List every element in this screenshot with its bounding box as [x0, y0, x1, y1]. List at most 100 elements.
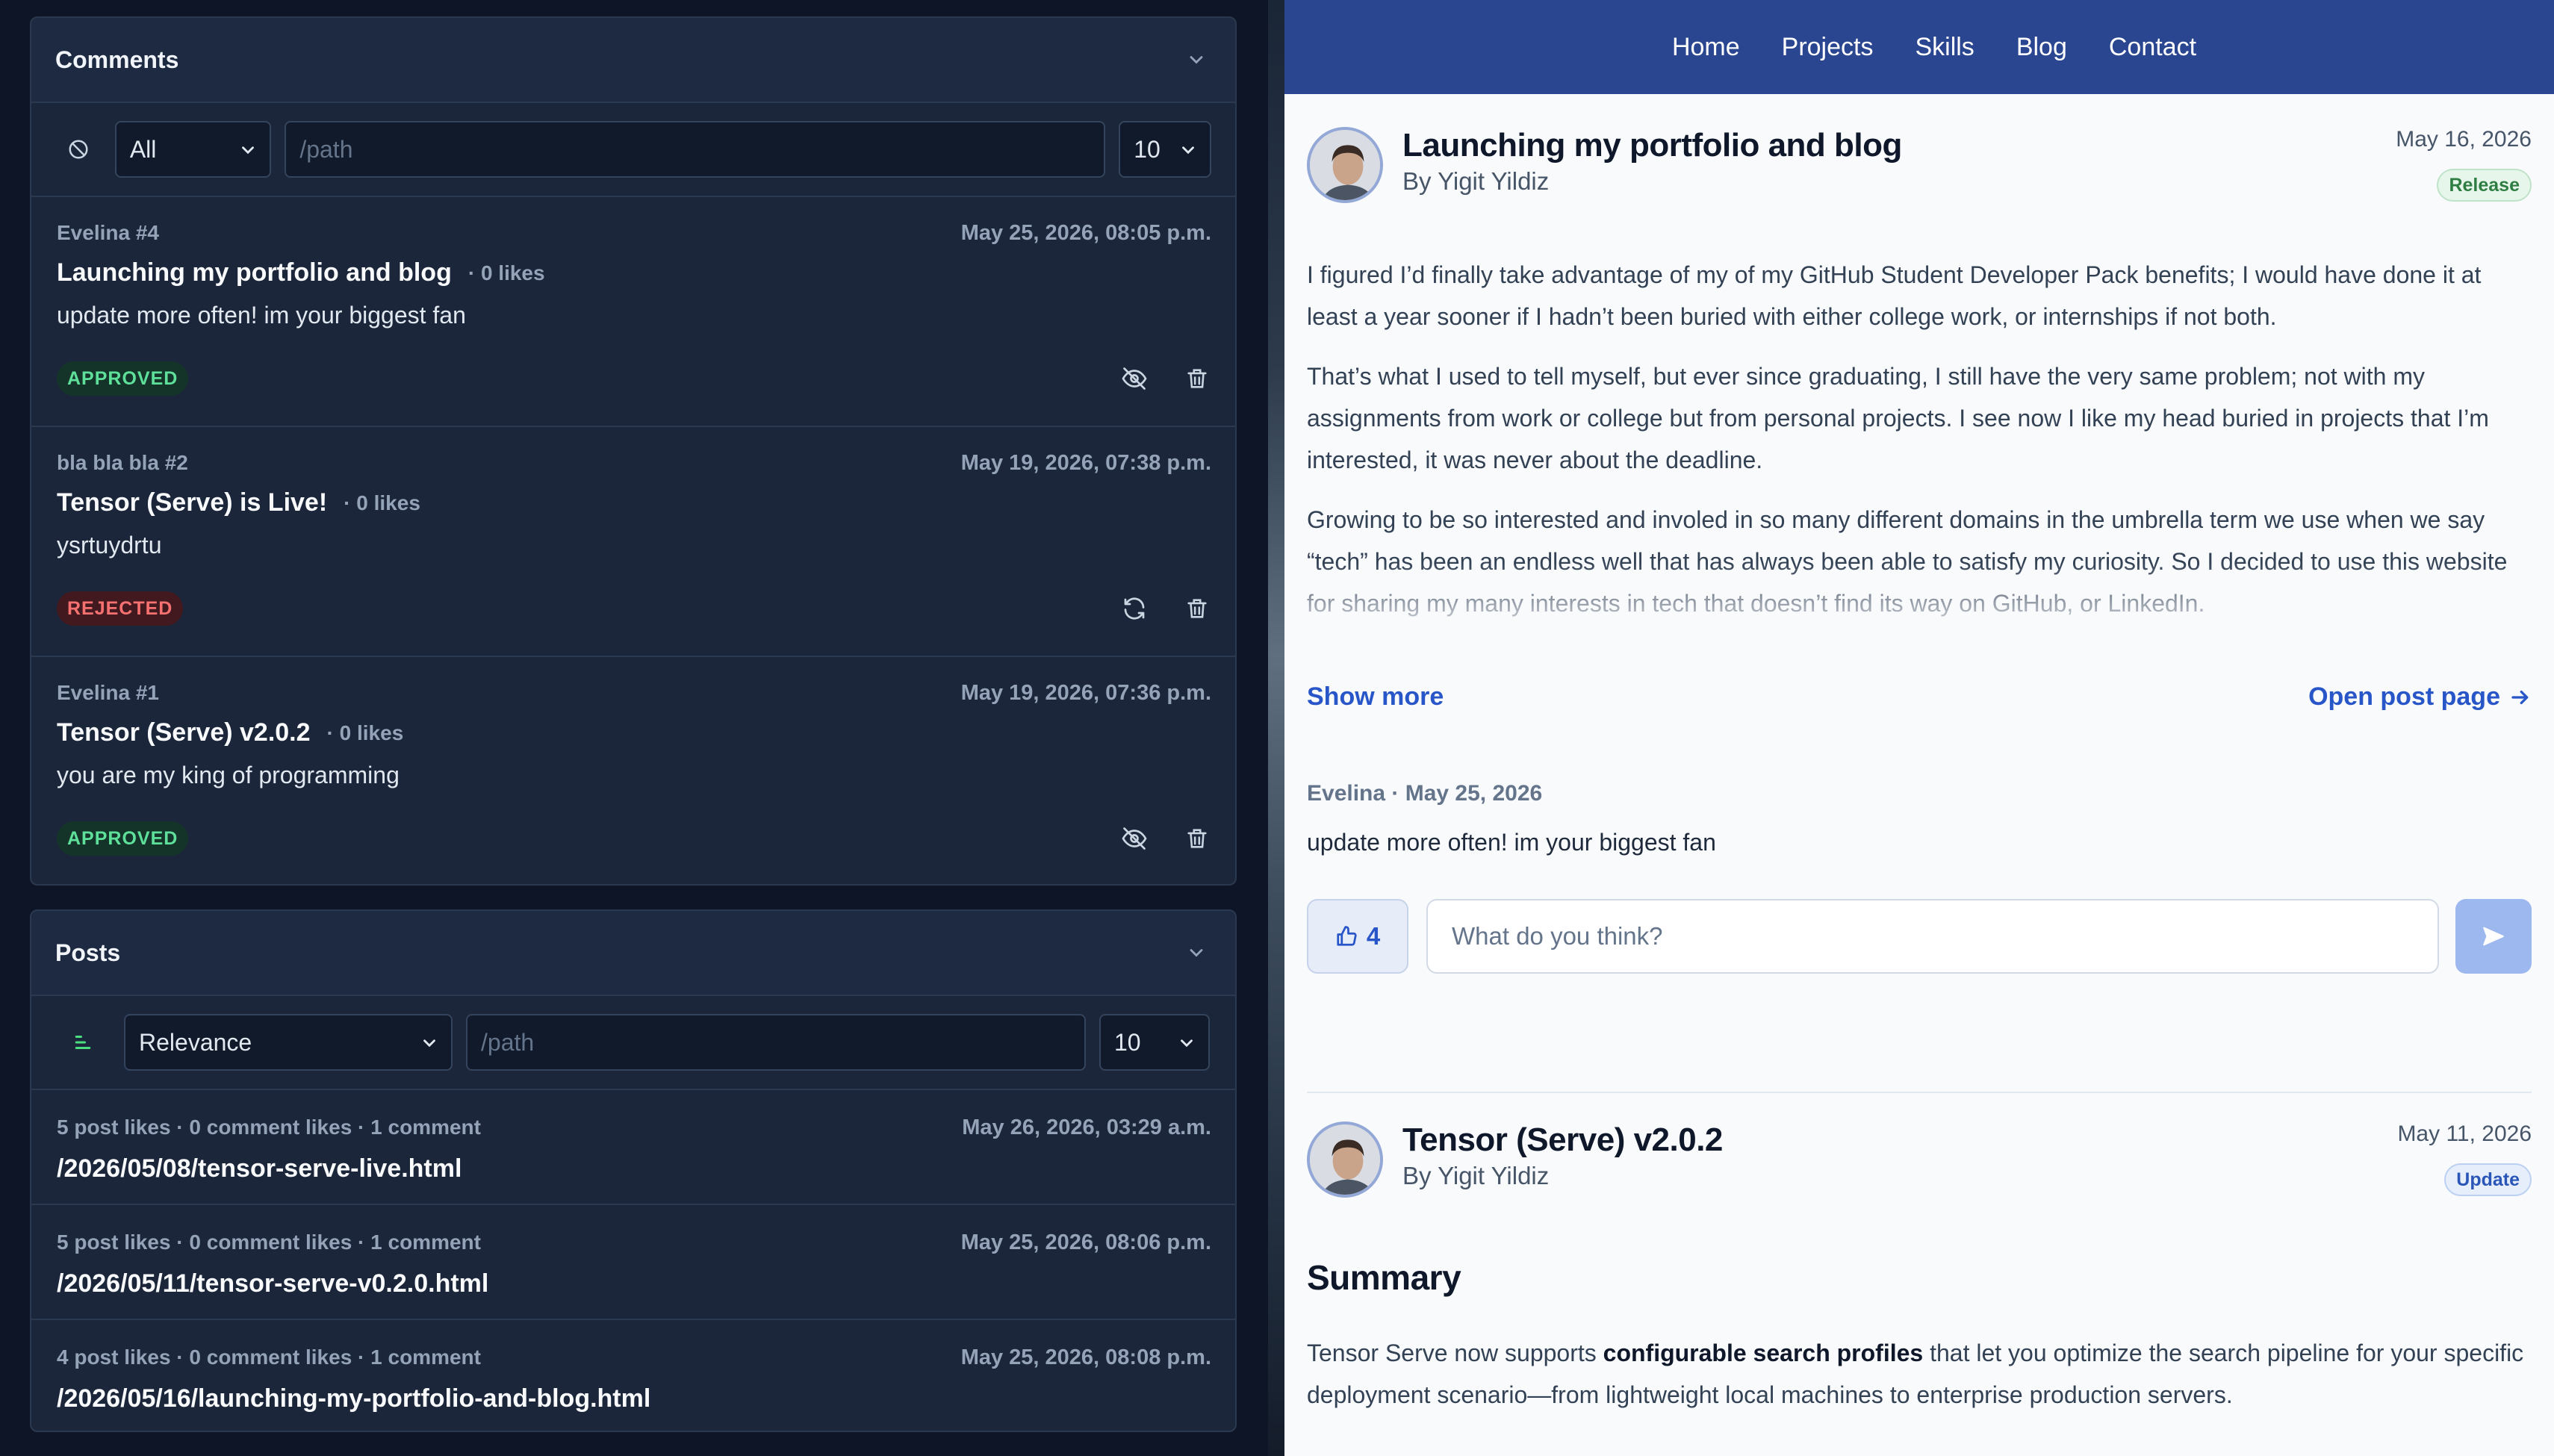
- status-filter-select[interactable]: All: [114, 121, 272, 178]
- show-more-label: Show more: [1307, 682, 1444, 711]
- send-icon: [2483, 927, 2504, 946]
- post-paragraph: That’s what I used to tell myself, but e…: [1307, 363, 2489, 473]
- summary-heading: Summary: [1307, 1258, 1461, 1297]
- comment-author: Evelina #1: [57, 681, 159, 704]
- post-row[interactable]: 5 post likes · 0 comment likes · 1 comme…: [31, 1090, 1235, 1205]
- comment-limit-value: 10: [1134, 135, 1161, 163]
- posts-card-header[interactable]: Posts: [31, 911, 1235, 996]
- nav-contact[interactable]: Contact: [2109, 33, 2196, 62]
- comment-likes: · 0 likes: [467, 261, 545, 284]
- post-date: May 25, 2026, 08:06 p.m.: [960, 1231, 1211, 1254]
- chevron-down-icon[interactable]: [1181, 45, 1211, 75]
- chevron-down-icon: [242, 146, 255, 155]
- block-icon[interactable]: [55, 126, 102, 172]
- chevron-down-icon: [1181, 1039, 1193, 1048]
- top-nav: Home Projects Skills Blog Contact: [1284, 0, 2554, 94]
- hide-icon[interactable]: [1116, 360, 1153, 397]
- comment-body: you are my king of programming: [57, 762, 400, 788]
- status-badge: REJECTED: [57, 591, 184, 626]
- comment-limit-select[interactable]: 10: [1119, 121, 1211, 178]
- summary-text-start: Tensor Serve now supports: [1307, 1340, 1603, 1366]
- comment-meta: Evelina · May 25, 2026: [1307, 781, 1543, 806]
- comments-card: Comments All /path 10 Evelina #4 May 25,…: [30, 16, 1237, 886]
- summary-text-bold: configurable search profiles: [1603, 1340, 1924, 1366]
- comment-row: bla bla bla #2 May 19, 2026, 07:38 p.m. …: [31, 427, 1235, 657]
- posts-title: Posts: [55, 939, 121, 966]
- comment-author: Evelina #4: [57, 221, 159, 244]
- hide-icon[interactable]: [1116, 820, 1153, 857]
- thumbs-up-icon: [1337, 926, 1357, 946]
- comment-path-input[interactable]: /path: [285, 121, 1106, 178]
- comment-text: update more often! im your biggest fan: [1307, 829, 1716, 856]
- chevron-down-icon: [423, 1039, 435, 1048]
- post-path[interactable]: /2026/05/16/launching-my-portfolio-and-b…: [57, 1384, 650, 1413]
- open-post-label: Open post page: [2308, 682, 2500, 711]
- comment-post-title-text[interactable]: Launching my portfolio and blog: [57, 258, 452, 287]
- comment-likes: · 0 likes: [326, 721, 404, 744]
- comment-date: May 19, 2026, 07:36 p.m.: [960, 681, 1211, 705]
- update-badge: Update: [2444, 1163, 2532, 1196]
- trash-icon[interactable]: [1178, 360, 1216, 397]
- comments-toolbar: All /path 10: [31, 103, 1235, 197]
- restore-icon[interactable]: [1116, 590, 1153, 627]
- comment-likes: · 0 likes: [344, 491, 420, 514]
- sort-select[interactable]: Relevance: [124, 1014, 453, 1071]
- comment-post-title: Tensor (Serve) is Live! · 0 likes: [57, 488, 420, 517]
- comments-card-header[interactable]: Comments: [31, 18, 1235, 103]
- comment-input-placeholder: What do you think?: [1452, 922, 1663, 950]
- sort-value: Relevance: [139, 1028, 252, 1056]
- comment-row: Evelina #1 May 19, 2026, 07:36 p.m. Tens…: [31, 657, 1235, 884]
- post-stats: 4 post likes · 0 comment likes · 1 comme…: [57, 1345, 481, 1369]
- comments-title: Comments: [55, 46, 179, 73]
- post-card: Launching my portfolio and blog By Yigit…: [1307, 127, 2532, 1023]
- post-limit-select[interactable]: 10: [1099, 1014, 1210, 1071]
- like-count: 4: [1366, 922, 1381, 950]
- post-row[interactable]: 4 post likes · 0 comment likes · 1 comme…: [31, 1320, 1235, 1431]
- chevron-down-icon[interactable]: [1181, 938, 1211, 968]
- post-path-placeholder: /path: [481, 1028, 535, 1056]
- comment-path-placeholder: /path: [299, 135, 353, 163]
- status-badge: APPROVED: [57, 821, 189, 856]
- post-date: May 26, 2026, 03:29 a.m.: [962, 1116, 1211, 1139]
- post-separator: [1307, 1092, 2532, 1093]
- nav-projects[interactable]: Projects: [1782, 33, 1874, 62]
- show-more-button[interactable]: Show more: [1307, 682, 1444, 712]
- nav-home[interactable]: Home: [1672, 33, 1740, 62]
- posts-toolbar: Relevance /path 10: [31, 996, 1235, 1090]
- sort-icon[interactable]: [55, 1019, 111, 1065]
- post-stats: 5 post likes · 0 comment likes · 1 comme…: [57, 1116, 481, 1139]
- blog-site: Home Projects Skills Blog Contact Launch…: [1284, 0, 2554, 1456]
- like-button[interactable]: 4: [1307, 899, 1408, 974]
- avatar: [1307, 1121, 1383, 1198]
- trash-icon[interactable]: [1178, 820, 1216, 857]
- post-card: Tensor (Serve) v2.0.2 By Yigit Yildiz Ma…: [1307, 1121, 2532, 1456]
- chevron-down-icon: [1182, 146, 1194, 155]
- post-byline: By Yigit Yildiz: [1402, 167, 1550, 195]
- post-row[interactable]: 5 post likes · 0 comment likes · 1 comme…: [31, 1205, 1235, 1320]
- post-path[interactable]: /2026/05/11/tensor-serve-v0.2.0.html: [57, 1269, 488, 1298]
- nav-blog[interactable]: Blog: [2016, 33, 2067, 62]
- post-title[interactable]: Tensor (Serve) v2.0.2: [1402, 1121, 1723, 1159]
- post-title[interactable]: Launching my portfolio and blog: [1402, 127, 1902, 164]
- comment-body: update more often! im your biggest fan: [57, 302, 466, 329]
- post-path[interactable]: /2026/05/08/tensor-serve-live.html: [57, 1154, 462, 1183]
- post-paragraph: I figured I’d finally take advantage of …: [1307, 261, 2482, 330]
- post-byline: By Yigit Yildiz: [1402, 1162, 1550, 1189]
- send-button[interactable]: [2455, 899, 2532, 974]
- summary-paragraph: Tensor Serve now supports configurable s…: [1307, 1332, 2532, 1416]
- comment-post-title: Launching my portfolio and blog · 0 like…: [57, 258, 545, 287]
- status-badge: APPROVED: [57, 361, 189, 396]
- comment-author: bla bla bla #2: [57, 451, 188, 474]
- comment-post-title-text[interactable]: Tensor (Serve) is Live!: [57, 488, 327, 517]
- release-badge: Release: [2437, 169, 2532, 202]
- post-path-input[interactable]: /path: [466, 1014, 1086, 1071]
- nav-skills[interactable]: Skills: [1915, 33, 1974, 62]
- post-date: May 11, 2026: [2397, 1121, 2532, 1146]
- avatar: [1307, 127, 1383, 203]
- trash-icon[interactable]: [1178, 590, 1216, 627]
- comment-post-title: Tensor (Serve) v2.0.2 · 0 likes: [57, 718, 403, 747]
- comment-post-title-text[interactable]: Tensor (Serve) v2.0.2: [57, 718, 311, 747]
- posts-card: Posts Relevance /path 10 5 post likes · …: [30, 909, 1237, 1432]
- comment-input[interactable]: What do you think?: [1426, 899, 2439, 974]
- open-post-link[interactable]: Open post page: [2308, 682, 2532, 712]
